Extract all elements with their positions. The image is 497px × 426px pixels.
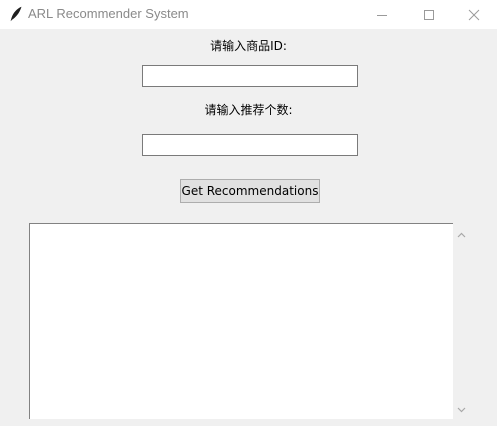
- title-bar[interactable]: ARL Recommender System: [0, 0, 497, 29]
- results-text-area[interactable]: [29, 223, 453, 419]
- results-scrollbar[interactable]: [453, 223, 470, 419]
- chevron-down-icon: [457, 407, 466, 412]
- app-window: ARL Recommender System 请输入商品ID: 请输入推荐个数:…: [0, 0, 497, 426]
- product-id-input[interactable]: [142, 65, 358, 87]
- chevron-up-icon: [457, 232, 466, 237]
- product-id-label: 请输入商品ID:: [210, 39, 287, 53]
- get-recommendations-button[interactable]: Get Recommendations: [180, 179, 320, 203]
- scroll-down-button[interactable]: [453, 401, 470, 418]
- recommendation-count-input[interactable]: [142, 134, 358, 156]
- maximize-icon: [424, 9, 434, 20]
- minimize-icon: [377, 14, 387, 16]
- feather-icon: [10, 6, 22, 22]
- scroll-up-button[interactable]: [453, 226, 470, 243]
- window-title: ARL Recommender System: [28, 6, 189, 21]
- close-button[interactable]: [451, 0, 497, 29]
- maximize-button[interactable]: [406, 0, 452, 29]
- close-icon: [468, 9, 480, 20]
- minimize-button[interactable]: [359, 0, 405, 29]
- recommendation-count-label: 请输入推荐个数:: [204, 103, 293, 117]
